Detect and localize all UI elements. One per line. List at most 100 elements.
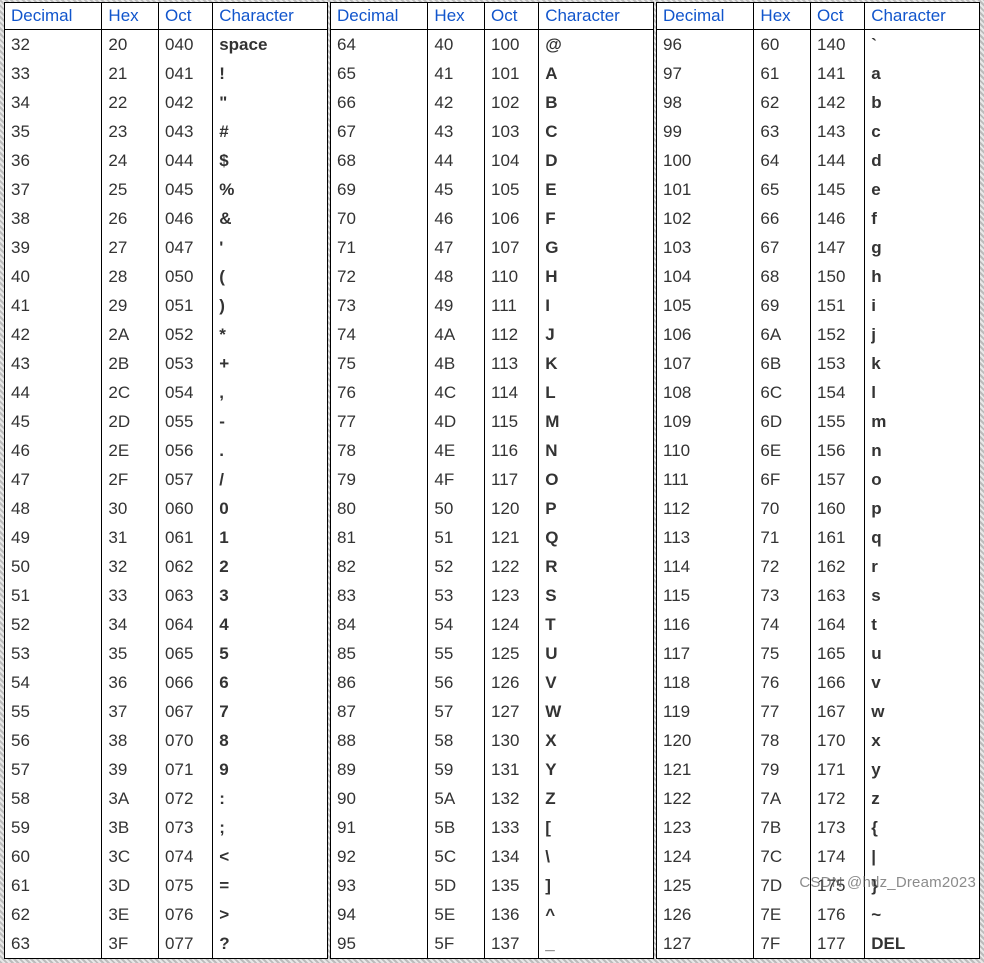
cell-oct: 157 xyxy=(811,465,865,494)
cell-decimal: 107 xyxy=(657,349,754,378)
cell-hex: 50 xyxy=(428,494,485,523)
cell-character: 5 xyxy=(213,639,328,668)
cell-character: % xyxy=(213,175,328,204)
cell-hex: 3F xyxy=(102,929,159,959)
cell-decimal: 63 xyxy=(5,929,102,959)
cell-oct: 143 xyxy=(811,117,865,146)
table-row: 11371161q xyxy=(657,523,980,552)
cell-oct: 042 xyxy=(159,88,213,117)
cell-oct: 056 xyxy=(159,436,213,465)
cell-oct: 054 xyxy=(159,378,213,407)
cell-oct: 070 xyxy=(159,726,213,755)
table-row: 935D135] xyxy=(331,871,654,900)
cell-hex: 62 xyxy=(754,88,811,117)
cell-character: b xyxy=(865,88,980,117)
col-header-decimal: Decimal xyxy=(331,3,428,30)
cell-hex: 4B xyxy=(428,349,485,378)
cell-oct: 136 xyxy=(485,900,539,929)
cell-oct: 146 xyxy=(811,204,865,233)
cell-oct: 175 xyxy=(811,871,865,900)
table-row: 55370677 xyxy=(5,697,328,726)
cell-decimal: 36 xyxy=(5,146,102,175)
cell-oct: 114 xyxy=(485,378,539,407)
cell-character: @ xyxy=(539,30,654,60)
cell-decimal: 32 xyxy=(5,30,102,60)
table-row: 774D115M xyxy=(331,407,654,436)
cell-character: " xyxy=(213,88,328,117)
cell-decimal: 126 xyxy=(657,900,754,929)
table-row: 10468150h xyxy=(657,262,980,291)
cell-decimal: 103 xyxy=(657,233,754,262)
table-row: 54360666 xyxy=(5,668,328,697)
table-row: 11775165u xyxy=(657,639,980,668)
cell-character: ? xyxy=(213,929,328,959)
cell-oct: 071 xyxy=(159,755,213,784)
table-row: 3624044$ xyxy=(5,146,328,175)
cell-decimal: 106 xyxy=(657,320,754,349)
cell-oct: 064 xyxy=(159,610,213,639)
cell-decimal: 42 xyxy=(5,320,102,349)
cell-character: $ xyxy=(213,146,328,175)
cell-decimal: 73 xyxy=(331,291,428,320)
cell-character: & xyxy=(213,204,328,233)
table-row: 8353123S xyxy=(331,581,654,610)
cell-character: i xyxy=(865,291,980,320)
cell-hex: 78 xyxy=(754,726,811,755)
cell-decimal: 97 xyxy=(657,59,754,88)
cell-hex: 45 xyxy=(428,175,485,204)
cell-oct: 120 xyxy=(485,494,539,523)
cell-character: S xyxy=(539,581,654,610)
cell-decimal: 121 xyxy=(657,755,754,784)
table-row: 7349111I xyxy=(331,291,654,320)
table-row: 593B073; xyxy=(5,813,328,842)
cell-character: O xyxy=(539,465,654,494)
cell-oct: 043 xyxy=(159,117,213,146)
cell-character: r xyxy=(865,552,980,581)
cell-oct: 066 xyxy=(159,668,213,697)
cell-oct: 046 xyxy=(159,204,213,233)
cell-decimal: 74 xyxy=(331,320,428,349)
col-header-hex: Hex xyxy=(102,3,159,30)
cell-decimal: 64 xyxy=(331,30,428,60)
cell-oct: 073 xyxy=(159,813,213,842)
cell-hex: 5C xyxy=(428,842,485,871)
cell-hex: 57 xyxy=(428,697,485,726)
cell-hex: 7C xyxy=(754,842,811,871)
cell-hex: 33 xyxy=(102,581,159,610)
cell-character: D xyxy=(539,146,654,175)
cell-decimal: 101 xyxy=(657,175,754,204)
cell-hex: 3E xyxy=(102,900,159,929)
cell-character: X xyxy=(539,726,654,755)
cell-character: 9 xyxy=(213,755,328,784)
cell-oct: 154 xyxy=(811,378,865,407)
cell-decimal: 86 xyxy=(331,668,428,697)
cell-character: ` xyxy=(865,30,980,60)
cell-hex: 4E xyxy=(428,436,485,465)
cell-decimal: 68 xyxy=(331,146,428,175)
cell-character: l xyxy=(865,378,980,407)
cell-hex: 51 xyxy=(428,523,485,552)
cell-decimal: 98 xyxy=(657,88,754,117)
cell-hex: 73 xyxy=(754,581,811,610)
cell-character: + xyxy=(213,349,328,378)
table-row: 9660140` xyxy=(657,30,980,60)
cell-decimal: 83 xyxy=(331,581,428,610)
cell-hex: 4F xyxy=(428,465,485,494)
cell-oct: 137 xyxy=(485,929,539,959)
cell-character: G xyxy=(539,233,654,262)
table-row: 50320622 xyxy=(5,552,328,581)
cell-character: u xyxy=(865,639,980,668)
cell-oct: 077 xyxy=(159,929,213,959)
table-row: 583A072: xyxy=(5,784,328,813)
cell-oct: 155 xyxy=(811,407,865,436)
cell-character: 2 xyxy=(213,552,328,581)
cell-character: 6 xyxy=(213,668,328,697)
table-row: 57390719 xyxy=(5,755,328,784)
table-row: 603C074< xyxy=(5,842,328,871)
cell-character: ! xyxy=(213,59,328,88)
table-row: 10064144d xyxy=(657,146,980,175)
cell-character: C xyxy=(539,117,654,146)
table-row: 1076B153k xyxy=(657,349,980,378)
cell-character: K xyxy=(539,349,654,378)
cell-decimal: 47 xyxy=(5,465,102,494)
